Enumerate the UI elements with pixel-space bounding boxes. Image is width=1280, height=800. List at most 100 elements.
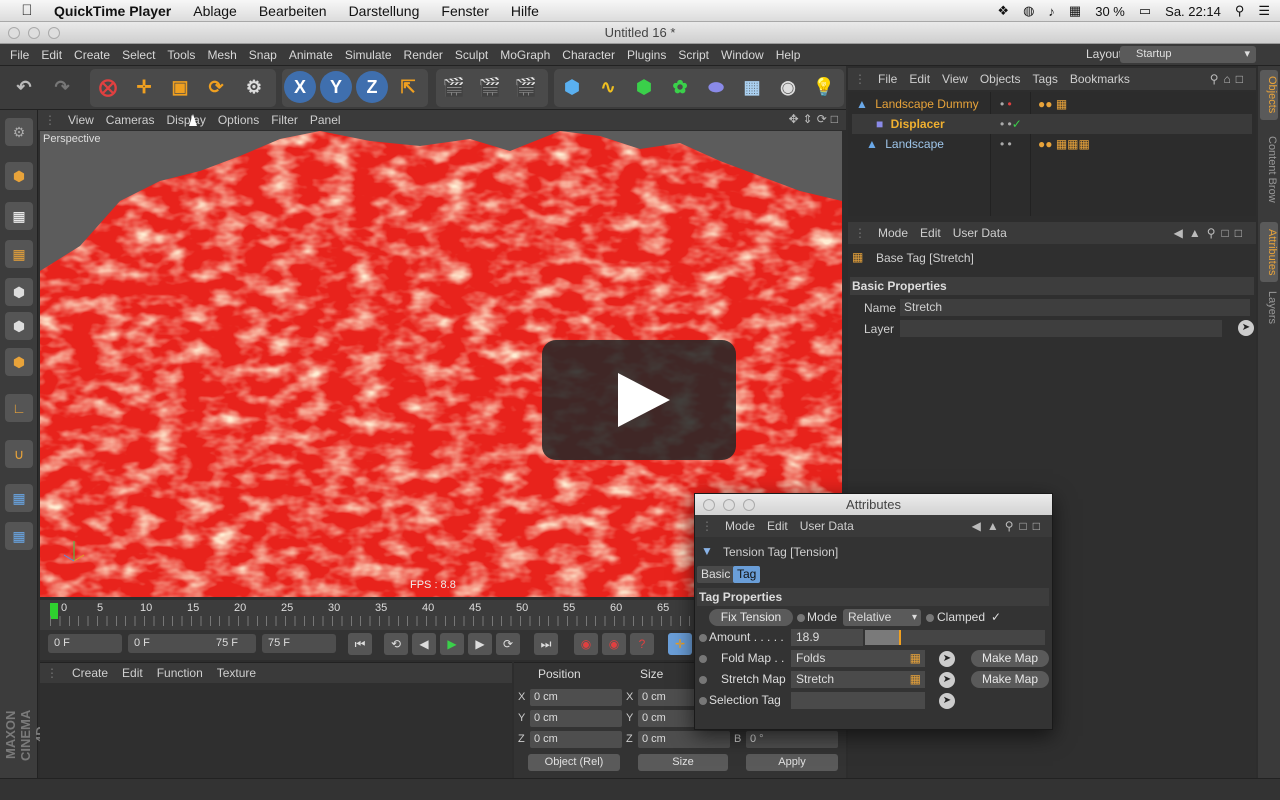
apple-icon[interactable]:  <box>16 2 38 19</box>
object-name[interactable]: Displacer <box>891 117 945 131</box>
previous-frame-icon[interactable]: ◀ <box>412 633 436 655</box>
tag-icons[interactable]: ●● ▦▦▦ <box>1038 134 1090 154</box>
animate-dot[interactable] <box>699 655 707 663</box>
material-menu-texture[interactable]: Texture <box>217 666 256 680</box>
make-editable-icon[interactable]: ⚙ <box>5 118 33 146</box>
fold-map-field[interactable]: Folds ▦ <box>791 650 925 667</box>
objects-menu-edit[interactable]: Edit <box>909 72 930 86</box>
layout-select[interactable]: Startup ▾ <box>1120 46 1256 63</box>
viewport-menu-options[interactable]: Options <box>218 113 259 127</box>
fix-tension-button[interactable]: Fix Tension <box>709 609 793 626</box>
name-field[interactable]: Stretch <box>900 299 1250 316</box>
mode-select[interactable]: Relative ▾ <box>843 609 921 626</box>
next-frame-icon[interactable]: ▶ <box>468 633 492 655</box>
viewport-menu-filter[interactable]: Filter <box>271 113 298 127</box>
size-mode-select[interactable]: Size <box>638 754 728 771</box>
menu-simulate[interactable]: Simulate <box>345 48 392 62</box>
selection-tag-field[interactable] <box>791 692 925 709</box>
video-play-button[interactable] <box>542 340 736 460</box>
link-picker-icon[interactable]: ➤ <box>1238 320 1254 336</box>
animate-dot[interactable] <box>699 634 707 642</box>
position-x-field[interactable]: 0 cm <box>530 689 622 706</box>
animate-dot[interactable] <box>926 614 934 622</box>
animate-dot[interactable] <box>699 676 707 684</box>
x-axis-icon[interactable]: X <box>284 71 316 103</box>
render-view-icon[interactable]: 🎬 <box>438 71 470 103</box>
objects-menu-bookmarks[interactable]: Bookmarks <box>1070 72 1130 86</box>
notification-list-icon[interactable]: ☰ <box>1258 3 1270 19</box>
size-z-field[interactable]: 0 cm <box>638 731 730 748</box>
go-to-end-icon[interactable]: ⏭ <box>534 633 558 655</box>
tab-objects[interactable]: Objects <box>1260 70 1278 120</box>
floating-window-titlebar[interactable]: Attributes <box>695 494 1052 515</box>
app-menu[interactable]: QuickTime Player <box>54 3 171 19</box>
minimize-button[interactable] <box>723 499 735 511</box>
menu-create[interactable]: Create <box>74 48 110 62</box>
material-menu-create[interactable]: Create <box>72 666 108 680</box>
objects-menu-view[interactable]: View <box>942 72 968 86</box>
search-icon[interactable]: ⚲⌂□ <box>1210 72 1248 86</box>
menu-render[interactable]: Render <box>404 48 443 62</box>
object-name[interactable]: Landscape <box>885 137 944 151</box>
menu-file[interactable]: File <box>10 48 29 62</box>
coordinate-mode-select[interactable]: Object (Rel) <box>528 754 620 771</box>
menu-plugins[interactable]: Plugins <box>627 48 666 62</box>
cloner-icon[interactable]: ✿ <box>664 71 696 103</box>
menu-hilfe[interactable]: Hilfe <box>511 3 539 19</box>
menu-ablage[interactable]: Ablage <box>193 3 237 19</box>
position-z-field[interactable]: 0 cm <box>530 731 622 748</box>
make-fold-map-button[interactable]: Make Map <box>971 650 1049 667</box>
close-button[interactable] <box>8 27 20 39</box>
amount-slider-thumb[interactable] <box>899 630 902 645</box>
menu-mesh[interactable]: Mesh <box>207 48 236 62</box>
link-picker-icon[interactable]: ➤ <box>939 693 955 709</box>
camera-icon[interactable]: ◉ <box>772 71 804 103</box>
object-row[interactable]: ■ Displacer • •✓ <box>852 114 1252 134</box>
object-row[interactable]: ▲ Landscape • • ●● ▦▦▦ <box>852 134 1252 154</box>
tab-tag[interactable]: Tag <box>733 566 761 583</box>
menu-help[interactable]: Help <box>776 48 801 62</box>
amount-slider[interactable] <box>865 630 1045 645</box>
battery-status[interactable]: 30 % <box>1095 4 1125 19</box>
object-list[interactable]: ▲ Landscape Dummy • • ●● ▦ ■ Displacer •… <box>848 92 1256 216</box>
planar-workplane-icon[interactable]: ▦ <box>5 522 33 550</box>
float-menu-mode[interactable]: Mode <box>725 519 755 533</box>
wifi-icon[interactable]: ◍ <box>1023 3 1034 19</box>
material-menu-edit[interactable]: Edit <box>122 666 143 680</box>
link-picker-icon[interactable]: ➤ <box>939 672 955 688</box>
range-slider[interactable]: 0 F 75 F <box>128 634 256 653</box>
render-settings-icon[interactable]: 🎬 <box>510 71 542 103</box>
menu-sculpt[interactable]: Sculpt <box>455 48 488 62</box>
menu-fenster[interactable]: Fenster <box>441 3 488 19</box>
menu-mograph[interactable]: MoGraph <box>500 48 550 62</box>
attributes-menu-mode[interactable]: Mode <box>878 226 908 240</box>
float-menu-user-data[interactable]: User Data <box>800 519 854 533</box>
coordinate-system-icon[interactable]: ⇱ <box>392 71 424 103</box>
menu-tools[interactable]: Tools <box>167 48 195 62</box>
menu-character[interactable]: Character <box>562 48 615 62</box>
material-menu-function[interactable]: Function <box>157 666 203 680</box>
magnet-icon[interactable]: ∪ <box>5 440 33 468</box>
axis-mode-icon[interactable]: ∟ <box>5 394 33 422</box>
y-axis-icon[interactable]: Y <box>320 71 352 103</box>
calendar-icon[interactable]: ▦ <box>1069 3 1081 19</box>
viewport-menu-cameras[interactable]: Cameras <box>106 113 155 127</box>
visibility-dots[interactable]: • • <box>1000 94 1012 114</box>
attribute-nav-icons[interactable]: ◀▲⚲□□ <box>1174 226 1248 240</box>
tab-attributes[interactable]: Attributes <box>1260 222 1278 282</box>
position-key-icon[interactable]: ✛ <box>668 633 692 655</box>
model-mode-icon[interactable]: ⬢ <box>5 162 33 190</box>
amount-field[interactable]: 18.9 <box>791 629 863 646</box>
end-frame-field[interactable]: 75 F <box>262 634 336 653</box>
tab-layers[interactable]: Layers <box>1260 288 1278 328</box>
viewport-menu-view[interactable]: View <box>68 113 94 127</box>
cube-icon[interactable]: ⬢ <box>556 71 588 103</box>
viewport-navigation-icons[interactable]: ✥⇕⟳□ <box>789 112 842 126</box>
spline-icon[interactable]: ∿ <box>592 71 624 103</box>
floor-icon[interactable]: ▦ <box>736 71 768 103</box>
float-menu-edit[interactable]: Edit <box>767 519 788 533</box>
subdivision-icon[interactable]: ⬢ <box>628 71 660 103</box>
points-mode-icon[interactable]: ⬢ <box>5 278 33 306</box>
attribute-nav-icons[interactable]: ◀▲⚲□□ <box>972 519 1046 533</box>
link-picker-icon[interactable]: ➤ <box>939 651 955 667</box>
